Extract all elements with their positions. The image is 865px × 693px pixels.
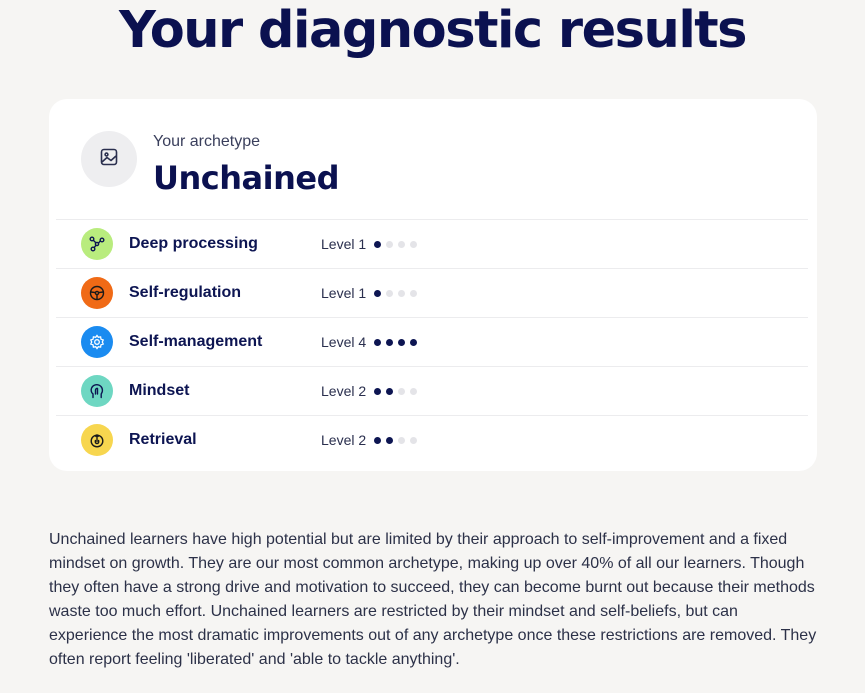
- level-dot: [386, 436, 394, 444]
- skill-name: Self-management: [129, 333, 263, 350]
- skills-list: Deep processing Level 1 Self-regulation: [56, 219, 808, 464]
- level-dot: [386, 289, 394, 297]
- level-dot: [374, 240, 382, 248]
- level-dot: [410, 387, 418, 395]
- skill-level: Level 4: [321, 318, 422, 366]
- skill-level: Level 2: [321, 416, 422, 464]
- skill-level-label: Level 4: [321, 334, 367, 350]
- level-dot: [374, 289, 382, 297]
- skill-level: Level 1: [321, 269, 422, 317]
- image-icon: [99, 147, 119, 172]
- level-dots: [374, 436, 422, 444]
- skill-name: Self-regulation: [129, 284, 242, 301]
- skill-level: Level 2: [321, 367, 422, 415]
- level-dot: [398, 338, 406, 346]
- level-dot: [374, 387, 382, 395]
- skill-level-label: Level 2: [321, 432, 367, 448]
- skill-row-retrieval: Retrieval Level 2: [56, 415, 808, 464]
- gear-icon: [81, 326, 113, 358]
- network-nodes-icon: [81, 228, 113, 260]
- page-title: Your diagnostic results: [118, 1, 748, 60]
- skill-name: Mindset: [129, 382, 190, 399]
- skill-row-deep-processing: Deep processing Level 1: [56, 219, 808, 268]
- level-dots: [374, 240, 422, 248]
- hand-gesture-icon: [81, 424, 113, 456]
- skill-level-label: Level 2: [321, 383, 367, 399]
- level-dot: [374, 338, 382, 346]
- skill-name: Deep processing: [129, 235, 258, 252]
- level-dot: [410, 289, 418, 297]
- skill-name: Retrieval: [129, 431, 197, 448]
- level-dot: [398, 289, 406, 297]
- level-dot: [386, 387, 394, 395]
- level-dot: [410, 436, 418, 444]
- results-card: Your archetype Unchained Deep processing…: [49, 99, 817, 471]
- level-dots: [374, 387, 422, 395]
- level-dot: [386, 338, 394, 346]
- skill-row-self-management: Self-management Level 4: [56, 317, 808, 366]
- skill-row-mindset: Mindset Level 2: [56, 366, 808, 415]
- skill-row-self-regulation: Self-regulation Level 1: [56, 268, 808, 317]
- archetype-name: Unchained: [153, 159, 339, 197]
- skill-level: Level 1: [321, 220, 422, 268]
- level-dot: [374, 436, 382, 444]
- level-dots: [374, 338, 422, 346]
- archetype-description: Unchained learners have high potential b…: [49, 531, 817, 668]
- level-dot: [410, 338, 418, 346]
- skill-level-label: Level 1: [321, 285, 367, 301]
- archetype-label: Your archetype: [153, 133, 261, 150]
- level-dot: [398, 387, 406, 395]
- level-dot: [410, 240, 418, 248]
- level-dots: [374, 289, 422, 297]
- archetype-avatar: [81, 131, 137, 187]
- head-brain-icon: [81, 375, 113, 407]
- level-dot: [386, 240, 394, 248]
- skill-level-label: Level 1: [321, 236, 367, 252]
- level-dot: [398, 436, 406, 444]
- steering-wheel-icon: [81, 277, 113, 309]
- level-dot: [398, 240, 406, 248]
